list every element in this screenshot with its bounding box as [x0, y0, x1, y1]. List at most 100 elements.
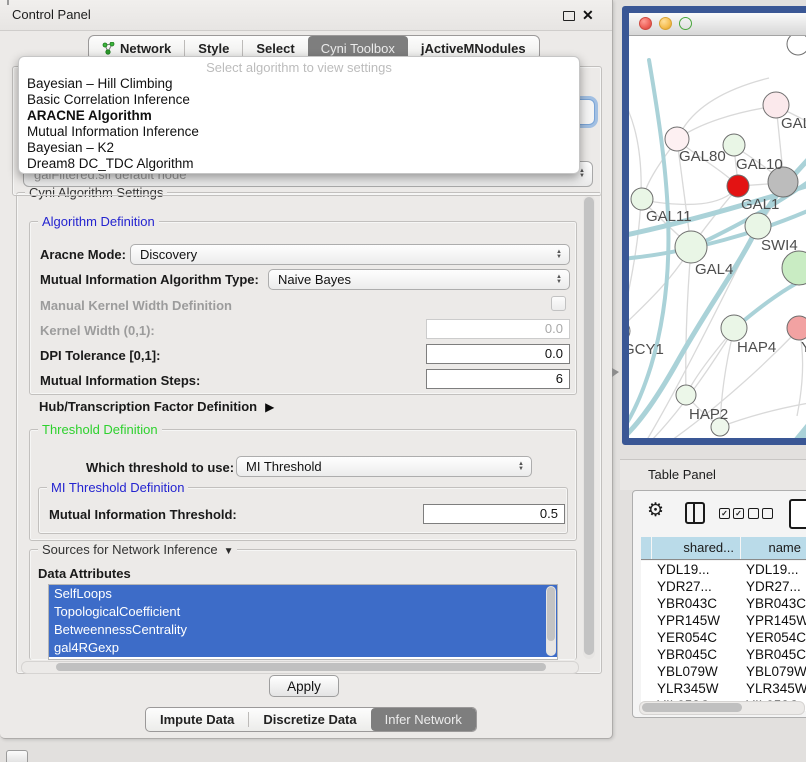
select-all-checks-icon[interactable]: ✓✓ — [719, 508, 744, 519]
hub-definition-toggle[interactable]: Hub/Transcription Factor Definition▶ — [39, 399, 274, 417]
table-horizontal-scrollbar[interactable] — [639, 701, 805, 715]
manual-kernel-checkbox[interactable] — [551, 296, 566, 311]
which-threshold-combo[interactable]: MI Threshold ▲▼ — [236, 456, 532, 477]
zoom-traffic-light[interactable] — [679, 17, 692, 30]
mi-threshold-field[interactable]: 0.5 — [423, 504, 565, 524]
sources-group: Sources for Network Inference▼ Data Attr… — [29, 549, 577, 660]
menu-item-dream8[interactable]: Dream8 DC_TDC Algorithm — [25, 156, 567, 172]
cell[interactable]: YBR043C — [652, 595, 741, 612]
scrollbar-thumb[interactable] — [56, 663, 546, 671]
apply-button[interactable]: Apply — [269, 675, 339, 697]
gear-icon[interactable]: ⚙ — [647, 501, 664, 521]
node-hap4[interactable] — [721, 315, 747, 341]
cell[interactable]: YDR27... — [652, 578, 741, 595]
settings-horizontal-scrollbar[interactable] — [21, 661, 579, 674]
header-shared-name[interactable]: shared... — [652, 537, 740, 559]
manual-kernel-label: Manual Kernel Width Definition — [40, 298, 232, 313]
table-panel-title: Table Panel — [648, 460, 716, 490]
expand-right-icon: ▶ — [265, 400, 274, 414]
node-gal4[interactable] — [675, 231, 707, 263]
cell[interactable]: YPR145W — [652, 612, 741, 629]
float-panel-icon[interactable] — [563, 11, 575, 21]
cell[interactable]: YLR345W — [741, 680, 806, 697]
table-row[interactable]: YER054CYER054C8. — [641, 629, 806, 646]
table-row[interactable]: YDL19...YDL19...13 — [641, 561, 806, 578]
algorithm-menu-prompt: Select algorithm to view settings — [19, 60, 579, 75]
table-mode-icon[interactable] — [789, 499, 806, 529]
mi-steps-field[interactable]: 6 — [426, 369, 570, 389]
node-gal11[interactable] — [631, 188, 653, 210]
collapse-down-icon[interactable]: ▼ — [224, 546, 234, 557]
cell[interactable]: YDL19... — [652, 561, 741, 578]
cell[interactable]: YBR045C — [652, 646, 741, 663]
list-item-gal4rgexp[interactable]: gal4RGexp — [49, 639, 557, 657]
unselect-all-checks-icon[interactable] — [748, 508, 773, 519]
node-label: GAL10 — [736, 156, 783, 173]
node-unlabeled-top[interactable] — [787, 36, 806, 55]
node-salmon[interactable] — [787, 316, 806, 340]
cell[interactable]: YDL19... — [741, 561, 806, 578]
settings-vertical-scrollbar[interactable] — [583, 195, 595, 659]
cell[interactable]: YDR27... — [741, 578, 806, 595]
header-name[interactable]: name — [741, 537, 806, 559]
cell[interactable]: YBL079W — [652, 663, 741, 680]
mini-corner-button[interactable] — [6, 750, 28, 762]
node-gal10[interactable] — [723, 134, 745, 156]
mi-threshold-label: Mutual Information Threshold: — [49, 507, 237, 522]
mi-algorithm-type-combo[interactable]: Naive Bayes ▲▼ — [268, 269, 570, 290]
table-row[interactable]: YBR045CYBR045C9. — [641, 646, 806, 663]
columns-icon[interactable] — [685, 502, 705, 524]
cell[interactable]: YPR145W — [741, 612, 806, 629]
node-hap2[interactable] — [676, 385, 696, 405]
network-canvas[interactable]: GAL GAL80 GAL10 GAL1 GAL11 SWI4 GAL4 GCY… — [629, 36, 806, 438]
list-item-selfloops[interactable]: SelfLoops — [49, 585, 557, 603]
node-gal1[interactable] — [727, 175, 749, 197]
cell[interactable]: YER054C — [652, 629, 741, 646]
node-label: GAL80 — [679, 148, 726, 165]
tab-discretize-data[interactable]: Discretize Data — [249, 708, 370, 731]
window-edge-mark — [7, 0, 9, 5]
cell[interactable]: YBL079W — [741, 663, 806, 680]
scrollbar-thumb[interactable] — [584, 197, 594, 655]
menu-item-mutual-information[interactable]: Mutual Information Inference — [25, 124, 567, 140]
menu-item-bayesian-hill-climbing[interactable]: Bayesian – Hill Climbing — [25, 76, 567, 92]
tab-impute-data[interactable]: Impute Data — [146, 708, 248, 731]
node-label: GAL11 — [646, 208, 692, 225]
network-window-titlebar[interactable] — [629, 13, 806, 36]
cell[interactable]: YBR043C — [741, 595, 806, 612]
aracne-mode-combo[interactable]: Discovery ▲▼ — [130, 244, 570, 265]
node-label: GAL — [781, 115, 806, 132]
scrollbar-thumb[interactable] — [547, 587, 555, 641]
tab-infer-network[interactable]: Infer Network — [371, 708, 476, 731]
table-row[interactable]: YDR27...YDR27...12 — [641, 578, 806, 595]
header-gutter[interactable] — [641, 537, 651, 559]
attributes-scrollbar[interactable] — [546, 586, 556, 656]
menu-item-basic-correlation[interactable]: Basic Correlation Inference — [25, 92, 567, 108]
algorithm-definition-title: Algorithm Definition — [38, 214, 159, 229]
cell[interactable]: YBR045C — [741, 646, 806, 663]
list-item-topologicalcoefficient[interactable]: TopologicalCoefficient — [49, 603, 557, 621]
node-gcy1[interactable] — [629, 321, 630, 341]
table-row[interactable]: YLR345WYLR345W9. — [641, 680, 806, 697]
table-panel-titlebar: Table Panel — [620, 459, 806, 490]
list-item-betweennesscentrality[interactable]: BetweennessCentrality — [49, 621, 557, 639]
cell[interactable]: YER054C — [741, 629, 806, 646]
node-swi4[interactable] — [745, 213, 771, 239]
scrollbar-thumb[interactable] — [642, 703, 742, 712]
table-row[interactable]: YPR145WYPR145W9. — [641, 612, 806, 629]
node-bright-green[interactable] — [782, 251, 806, 285]
network-edges-gray — [629, 78, 806, 438]
cell[interactable]: YLR345W — [652, 680, 741, 697]
menu-item-aracne[interactable]: ARACNE Algorithm — [25, 108, 567, 124]
close-icon[interactable]: ✕ — [582, 6, 594, 24]
cyni-algorithm-settings-group: Cyni Algorithm Settings Algorithm Defini… — [16, 192, 602, 674]
close-traffic-light[interactable] — [639, 17, 652, 30]
control-panel-titlebar: Control Panel ✕ — [0, 0, 612, 31]
table-row[interactable]: YBL079WYBL079W — [641, 663, 806, 680]
table-row[interactable]: YBR043CYBR043C — [641, 595, 806, 612]
minimize-traffic-light[interactable] — [659, 17, 672, 30]
network-graph: GAL GAL80 GAL10 GAL1 GAL11 SWI4 GAL4 GCY… — [629, 36, 806, 438]
menu-item-bayesian-k2[interactable]: Bayesian – K2 — [25, 140, 567, 156]
dpi-tolerance-field[interactable]: 0.0 — [426, 344, 570, 364]
kernel-width-field[interactable]: 0.0 — [426, 319, 570, 339]
